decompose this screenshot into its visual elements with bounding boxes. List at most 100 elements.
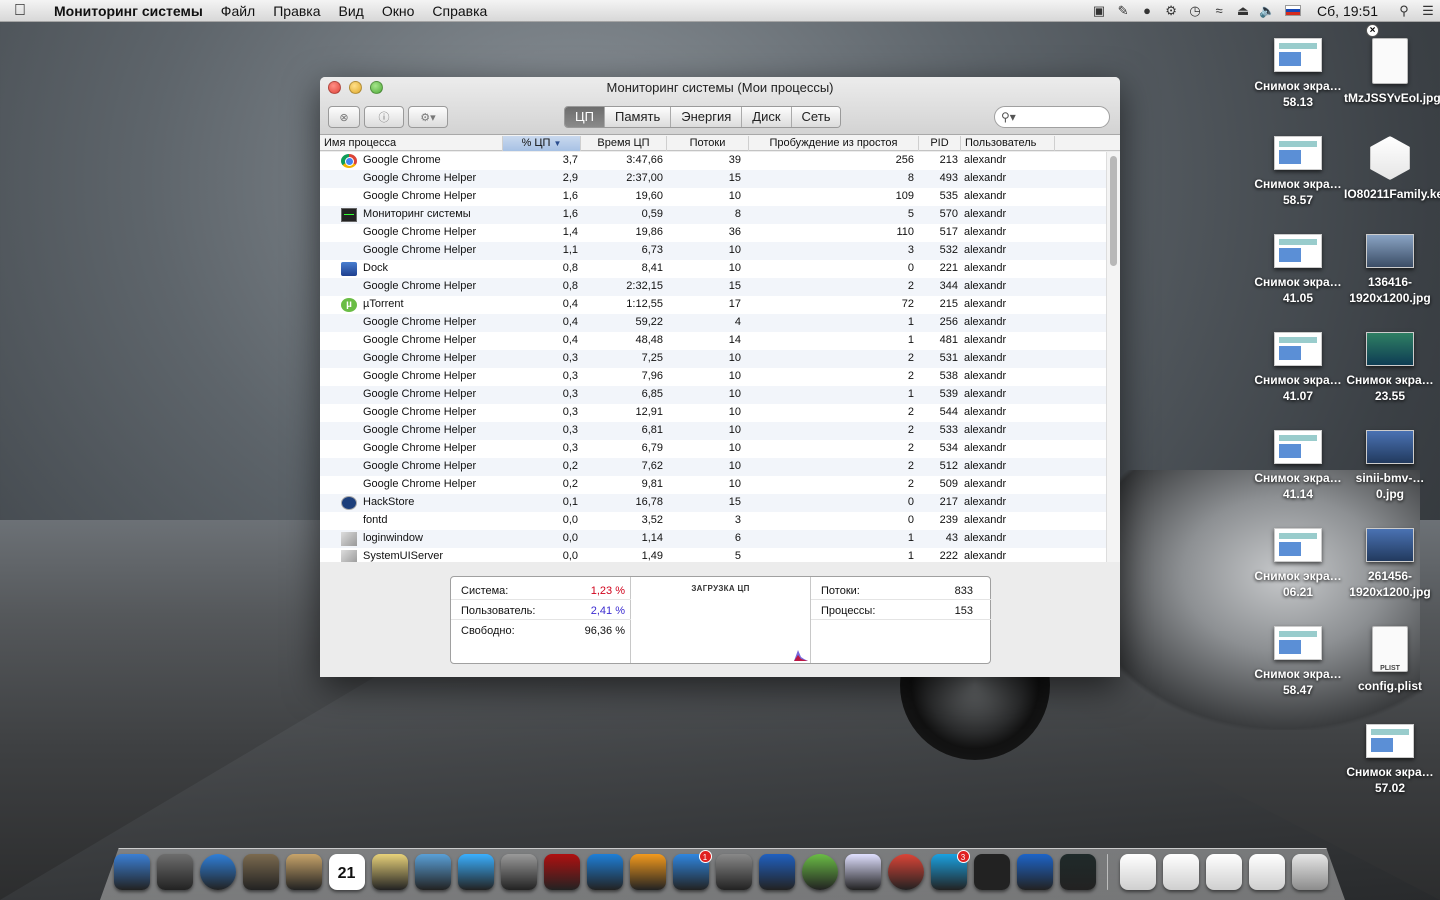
contacts-icon[interactable] xyxy=(285,854,322,890)
scrollbar-thumb[interactable] xyxy=(1110,156,1117,266)
desktop-file-icon[interactable]: Снимок экра…58.13 xyxy=(1252,38,1344,110)
column-name[interactable]: Имя процесса xyxy=(320,136,503,151)
table-row[interactable]: Google Chrome Helper 0,3 6,81 10 2 533 alexand… xyxy=(320,422,1106,440)
table-row[interactable]: Google Chrome Helper 0,3 12,91 10 2 544 alexan… xyxy=(320,404,1106,422)
menu-view[interactable]: Вид xyxy=(330,3,373,19)
column-cpu[interactable]: % ЦП ▼ xyxy=(503,136,581,151)
desktop-file-icon[interactable]: Снимок экра…41.07 xyxy=(1252,332,1344,404)
desktop-file-icon[interactable]: 136416-1920x1200.jpg xyxy=(1344,234,1436,306)
teamviewer-icon[interactable] xyxy=(1016,854,1053,890)
table-row[interactable]: Google Chrome Helper 0,2 9,81 10 2 509 alexand… xyxy=(320,476,1106,494)
table-row[interactable]: Google Chrome 3,7 3:47,66 39 256 213 alexandr xyxy=(320,152,1106,170)
skype-icon[interactable]: 3 xyxy=(930,850,970,890)
utorrent-dock-icon[interactable] xyxy=(801,854,838,890)
desktop-file-icon[interactable]: PLIST config.plist xyxy=(1344,626,1436,694)
table-row[interactable]: Google Chrome Helper 1,6 19,60 10 109 535 alex… xyxy=(320,188,1106,206)
table-row[interactable]: loginwindow 0,0 1,14 6 1 43 alexandr xyxy=(320,530,1106,548)
tab-energy[interactable]: Энергия xyxy=(670,107,742,127)
calendar-icon[interactable]: 21 xyxy=(328,854,365,890)
action-menu-button[interactable]: ⚙▾ xyxy=(408,106,448,128)
table-row[interactable]: Мониторинг системы 1,6 0,59 8 5 570 alexandr xyxy=(320,206,1106,224)
table-row[interactable]: Google Chrome Helper 0,4 59,22 4 1 256 alexand… xyxy=(320,314,1106,332)
table-row[interactable]: Google Chrome Helper 0,3 7,25 10 2 531 alexand… xyxy=(320,350,1106,368)
messages-icon[interactable] xyxy=(457,854,494,890)
menu-help[interactable]: Справка xyxy=(423,3,496,19)
volume-icon[interactable]: 🔈 xyxy=(1255,3,1279,19)
menu-file[interactable]: Файл xyxy=(212,3,264,19)
utility-icon[interactable] xyxy=(758,854,795,890)
ibooks-icon[interactable] xyxy=(629,854,666,890)
table-row[interactable]: Google Chrome Helper 0,3 6,85 10 1 539 alexand… xyxy=(320,386,1106,404)
table-row[interactable]: Google Chrome Helper 0,3 6,79 10 2 534 alexand… xyxy=(320,440,1106,458)
search-input[interactable]: ⚲▾ xyxy=(994,106,1110,128)
facetime-icon[interactable] xyxy=(500,854,537,890)
wizard-icon[interactable] xyxy=(844,854,881,890)
menu-edit[interactable]: Правка xyxy=(264,3,329,19)
table-row[interactable]: Google Chrome Helper 1,4 19,86 36 110 517 alex… xyxy=(320,224,1106,242)
table-row[interactable]: HackStore 0,1 16,78 15 0 217 alexandr xyxy=(320,494,1106,512)
table-row[interactable]: Google Chrome Helper 2,9 2:37,00 15 8 493 alex… xyxy=(320,170,1106,188)
table-row[interactable]: Google Chrome Helper 0,2 7,62 10 2 512 alexand… xyxy=(320,458,1106,476)
column-cpu-time[interactable]: Время ЦП xyxy=(581,136,667,151)
launchpad-icon[interactable] xyxy=(156,854,193,890)
menu-app-name[interactable]: Мониторинг системы xyxy=(40,3,212,19)
column-user[interactable]: Пользователь xyxy=(961,136,1055,151)
document-stack-icon[interactable] xyxy=(1119,854,1156,890)
inspect-process-button[interactable]: ⓘ xyxy=(364,106,404,128)
itunes-icon[interactable] xyxy=(586,854,623,890)
skype-status-icon[interactable]: ● xyxy=(1135,3,1159,18)
photo-booth-icon[interactable] xyxy=(543,854,580,890)
desktop-file-icon[interactable]: IO80211Family.kext xyxy=(1344,136,1440,202)
time-machine-icon[interactable]: ◷ xyxy=(1183,3,1207,19)
desktop-file-icon[interactable]: tMzJSSYvEoI.jpg xyxy=(1344,38,1440,106)
preview-icon[interactable] xyxy=(414,854,451,890)
evernote-status-icon[interactable]: ✎ xyxy=(1111,3,1135,19)
desktop-file-icon[interactable]: 261456-1920x1200.jpg xyxy=(1344,528,1436,600)
tab-memory[interactable]: Память xyxy=(603,107,671,127)
wifi-icon[interactable]: ≈ xyxy=(1207,3,1231,18)
table-row[interactable]: Google Chrome Helper 0,4 48,48 14 1 481 alexan… xyxy=(320,332,1106,350)
desktop-file-icon[interactable]: Снимок экра…41.05 xyxy=(1252,234,1344,306)
close-badge-icon[interactable]: × xyxy=(1366,24,1379,37)
table-row[interactable]: Google Chrome Helper 0,8 2:32,15 15 2 344 alex… xyxy=(320,278,1106,296)
table-row[interactable]: fontd 0,0 3,52 3 0 239 alexandr xyxy=(320,512,1106,530)
chrome-dock-icon[interactable] xyxy=(887,854,924,890)
desktop-file-icon[interactable]: Снимок экра…41.14 xyxy=(1252,430,1344,502)
terminal-icon[interactable] xyxy=(973,854,1010,890)
column-pid[interactable]: PID xyxy=(919,136,961,151)
screenshot-stack-icon[interactable] xyxy=(1205,854,1242,890)
table-row[interactable]: Google Chrome Helper 0,3 7,96 10 2 538 alexand… xyxy=(320,368,1106,386)
russian-flag-icon[interactable] xyxy=(1285,5,1302,16)
finder-icon[interactable] xyxy=(113,854,150,890)
system-preferences-icon[interactable] xyxy=(715,854,752,890)
trash-icon[interactable] xyxy=(1291,854,1328,890)
table-row[interactable]: µ µTorrent 0,4 1:12,55 17 72 215 alexandr xyxy=(320,296,1106,314)
mail-bird-icon[interactable] xyxy=(242,854,279,890)
tab-network[interactable]: Сеть xyxy=(790,107,841,127)
vertical-scrollbar[interactable] xyxy=(1106,152,1120,562)
notes-icon[interactable] xyxy=(371,854,408,890)
activity-monitor-dock-icon[interactable] xyxy=(1059,854,1096,890)
column-threads[interactable]: Потоки xyxy=(667,136,749,151)
teamviewer-status-icon[interactable]: ▣ xyxy=(1087,3,1111,19)
desktop-file-icon[interactable]: Снимок экра…06.21 xyxy=(1252,528,1344,600)
tab-disk[interactable]: Диск xyxy=(741,107,791,127)
table-row[interactable]: SystemUIServer 0,0 1,49 5 1 222 alexandr xyxy=(320,548,1106,562)
downloads-stack-icon[interactable] xyxy=(1162,854,1199,890)
tab-cpu[interactable]: ЦП xyxy=(565,107,604,127)
app-store-icon[interactable]: 1 xyxy=(672,850,712,890)
column-idle-wakeups[interactable]: Пробуждение из простоя xyxy=(749,136,919,151)
apple-menu-icon[interactable]:  xyxy=(0,2,40,20)
table-row[interactable]: Google Chrome Helper 1,1 6,73 10 3 532 alexand… xyxy=(320,242,1106,260)
stop-process-button[interactable]: ⊗ xyxy=(328,106,360,128)
menu-window[interactable]: Окно xyxy=(373,3,424,19)
notification-center-icon[interactable]: ☰ xyxy=(1416,3,1440,19)
safari-icon[interactable] xyxy=(199,854,236,890)
desktop-file-icon[interactable]: Снимок экра…57.02 xyxy=(1344,724,1436,796)
eject-icon[interactable]: ⏏ xyxy=(1231,3,1255,19)
spotlight-icon[interactable]: ⚲ xyxy=(1392,3,1416,19)
table-row[interactable]: Dock 0,8 8,41 10 0 221 alexandr xyxy=(320,260,1106,278)
folder-stack-icon[interactable] xyxy=(1248,854,1285,890)
desktop-file-icon[interactable]: Снимок экра…58.47 xyxy=(1252,626,1344,698)
desktop-file-icon[interactable]: sinii-bmv-…0.jpg xyxy=(1344,430,1436,502)
